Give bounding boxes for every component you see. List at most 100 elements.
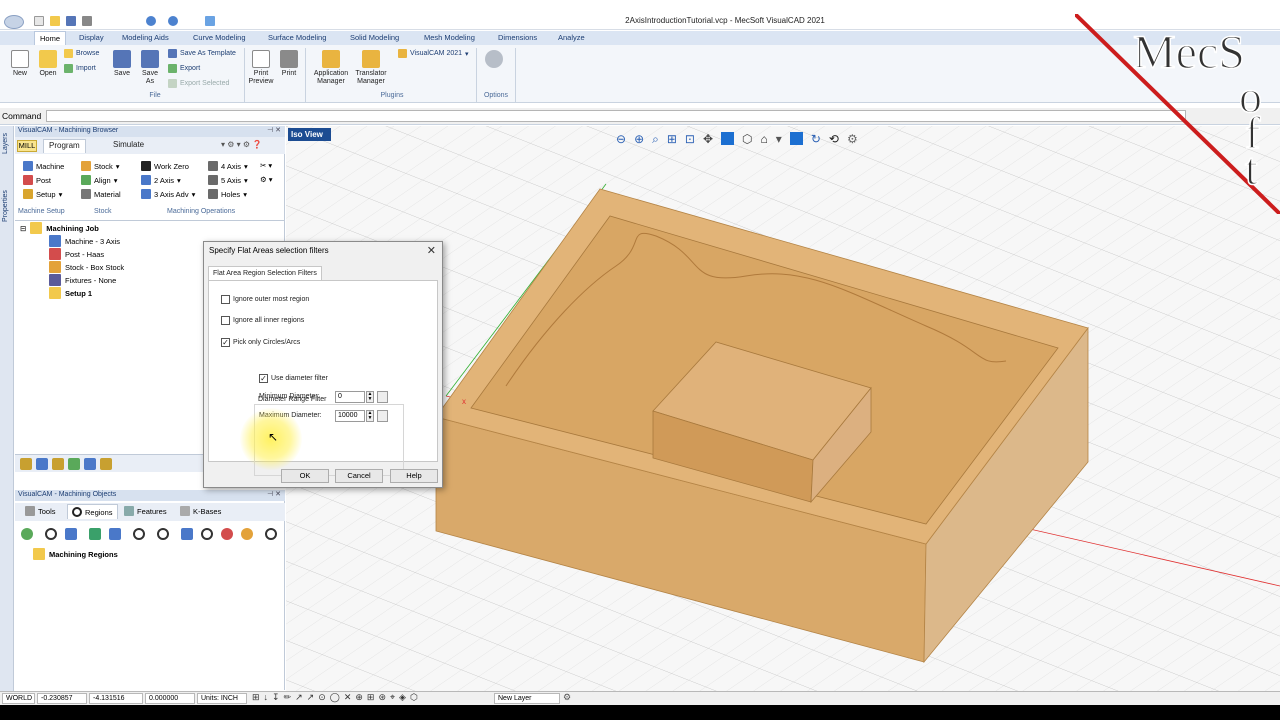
region-tool-icon[interactable] [89, 528, 101, 540]
extra-ops-button[interactable]: ✂ ▾ [260, 161, 272, 170]
open-button[interactable]: Open [36, 50, 60, 78]
tab-modeling-aids[interactable]: Modeling Aids [122, 33, 169, 42]
tab-flat-area-filters[interactable]: Flat Area Region Selection Filters [208, 266, 322, 280]
tab-features[interactable]: Features [124, 506, 167, 516]
refresh-icon[interactable] [205, 16, 215, 26]
maximum-diameter-field[interactable]: 10000 [335, 410, 365, 422]
tab-dimensions[interactable]: Dimensions [498, 33, 537, 42]
tab-program[interactable]: Program [43, 139, 86, 153]
tree-item-setup[interactable]: Setup 1 [49, 287, 92, 299]
maximum-pick-button[interactable] [377, 410, 388, 422]
post-output-icon[interactable] [84, 458, 96, 470]
material-button[interactable]: Material [81, 189, 121, 199]
new-button[interactable]: New [8, 50, 32, 78]
command-input[interactable] [46, 110, 1186, 122]
home-view-icon[interactable]: ⌂ [761, 132, 768, 147]
four-axis-button[interactable]: 4 Axis ▾ [208, 161, 248, 171]
shaded-cube-icon[interactable] [789, 132, 803, 145]
checkbox-box[interactable] [221, 295, 230, 304]
zoom-window-icon[interactable]: ⌕ [652, 132, 659, 147]
tab-kbases[interactable]: K-Bases [180, 506, 221, 516]
rotate-icon[interactable]: ↻ [811, 132, 821, 147]
application-manager-button[interactable]: Application Manager [310, 50, 352, 86]
align-button[interactable]: Align ▾ [81, 175, 117, 185]
translator-manager-button[interactable]: Translator Manager [352, 50, 390, 86]
help-button[interactable]: Help [390, 469, 438, 483]
redo-icon[interactable] [168, 16, 178, 26]
settings-icon[interactable]: ⚙ [847, 132, 858, 147]
print-icon[interactable] [82, 16, 92, 26]
open-folder-icon[interactable] [50, 16, 60, 26]
tree-item-machining-job[interactable]: ⊟ Machining Job [20, 222, 99, 234]
visualcam-dropdown[interactable]: VisualCAM 2021 ▾ [398, 49, 469, 58]
pin-close-icons[interactable]: ⊣ ✕ [267, 126, 281, 134]
extra-ops-button[interactable]: ⚙ ▾ [260, 175, 273, 184]
cancel-button[interactable]: Cancel [335, 469, 383, 483]
snap-toolbar-icons[interactable]: ⊞↓↧✏↗↗⊙◯✕⊕⊞⊛⌖◈⬡ [252, 692, 422, 703]
toolbar-icons[interactable]: ▾ ⚙ ▾ ⚙ ❓ [221, 140, 262, 149]
tree-view-icon[interactable] [36, 458, 48, 470]
three-axis-adv-button[interactable]: 3 Axis Adv ▾ [141, 189, 195, 199]
region-tool-icon[interactable] [157, 528, 169, 540]
tab-regions[interactable]: Regions [67, 504, 118, 519]
undo-icon[interactable] [146, 16, 156, 26]
region-tool-icon[interactable] [241, 528, 253, 540]
zoom-selected-icon[interactable]: ⊡ [685, 132, 695, 147]
region-tool-icon[interactable] [45, 528, 57, 540]
post-button[interactable]: Post [23, 175, 51, 185]
work-zero-button[interactable]: Work Zero [141, 161, 189, 171]
tab-display[interactable]: Display [79, 33, 104, 42]
tab-home[interactable]: Home [34, 31, 67, 45]
stock-button[interactable]: Stock ▾ [81, 161, 120, 171]
save-as-button[interactable]: Save As [138, 50, 162, 86]
tab-analyze[interactable]: Analyze [558, 33, 585, 42]
simulate-icon[interactable] [68, 458, 80, 470]
tree-item-fixtures[interactable]: Fixtures - None [49, 274, 116, 286]
browse-button[interactable]: Browse [64, 49, 99, 58]
region-tool-icon[interactable] [65, 528, 77, 540]
new-file-icon[interactable] [34, 16, 44, 26]
zoom-out-icon[interactable]: ⊖ [616, 132, 626, 147]
tree-item-machine[interactable]: Machine - 3 Axis [49, 235, 120, 247]
top-view-icon[interactable] [721, 132, 735, 145]
pin-close-icons[interactable]: ⊣ ✕ [267, 490, 281, 498]
minimum-pick-button[interactable] [377, 391, 388, 403]
tree-item-post[interactable]: Post - Haas [49, 248, 104, 260]
region-tool-icon[interactable] [133, 528, 145, 540]
gear-icon[interactable]: ⚙ [563, 692, 571, 703]
region-tool-icon[interactable] [181, 528, 193, 540]
two-axis-button[interactable]: 2 Axis ▾ [141, 175, 181, 185]
pick-circles-checkbox[interactable]: ✓ Pick only Circles/Arcs [221, 338, 300, 347]
tree-item-stock[interactable]: Stock - Box Stock [49, 261, 124, 273]
save-button[interactable]: Save [110, 50, 134, 78]
settings-icon[interactable] [100, 458, 112, 470]
units-indicator[interactable]: Units: INCH [197, 693, 247, 704]
minimum-diameter-stepper[interactable]: ▲ ▼ [366, 391, 374, 403]
maximum-diameter-stepper[interactable]: ▲ ▼ [366, 410, 374, 422]
zoom-extents-icon[interactable]: ⊞ [667, 132, 677, 147]
pan-icon[interactable]: ✥ [703, 132, 713, 147]
properties-tab[interactable]: Properties [2, 190, 9, 222]
ignore-outer-checkbox[interactable]: Ignore outer most region [221, 295, 309, 304]
checkbox-box[interactable] [221, 316, 230, 325]
tab-solid-modeling[interactable]: Solid Modeling [350, 33, 399, 42]
layer-dropdown[interactable]: New Layer [494, 693, 560, 704]
iso-view-icon[interactable]: ⬡ [742, 132, 752, 147]
region-tool-icon[interactable] [21, 528, 33, 540]
tab-tools[interactable]: Tools [25, 506, 56, 516]
close-icon[interactable]: ✕ [427, 244, 436, 257]
app-icon[interactable] [4, 15, 24, 29]
region-tool-icon[interactable] [201, 528, 213, 540]
checkbox-box[interactable]: ✓ [259, 374, 268, 383]
redraw-icon[interactable]: ⟲ [829, 132, 839, 147]
save-as-template-button[interactable]: Save As Template [168, 49, 236, 58]
machine-button[interactable]: Machine [23, 161, 64, 171]
checkbox-box[interactable]: ✓ [221, 338, 230, 347]
coordinate-system[interactable]: WORLD [2, 693, 35, 704]
front-view-icon[interactable]: ▾ [776, 132, 782, 147]
print-preview-button[interactable]: Print Preview [246, 50, 276, 86]
generate-icon[interactable] [52, 458, 64, 470]
options-button[interactable] [482, 50, 506, 70]
ignore-inner-checkbox[interactable]: Ignore all inner regions [221, 316, 304, 325]
setup-button[interactable]: Setup ▾ [23, 189, 62, 199]
